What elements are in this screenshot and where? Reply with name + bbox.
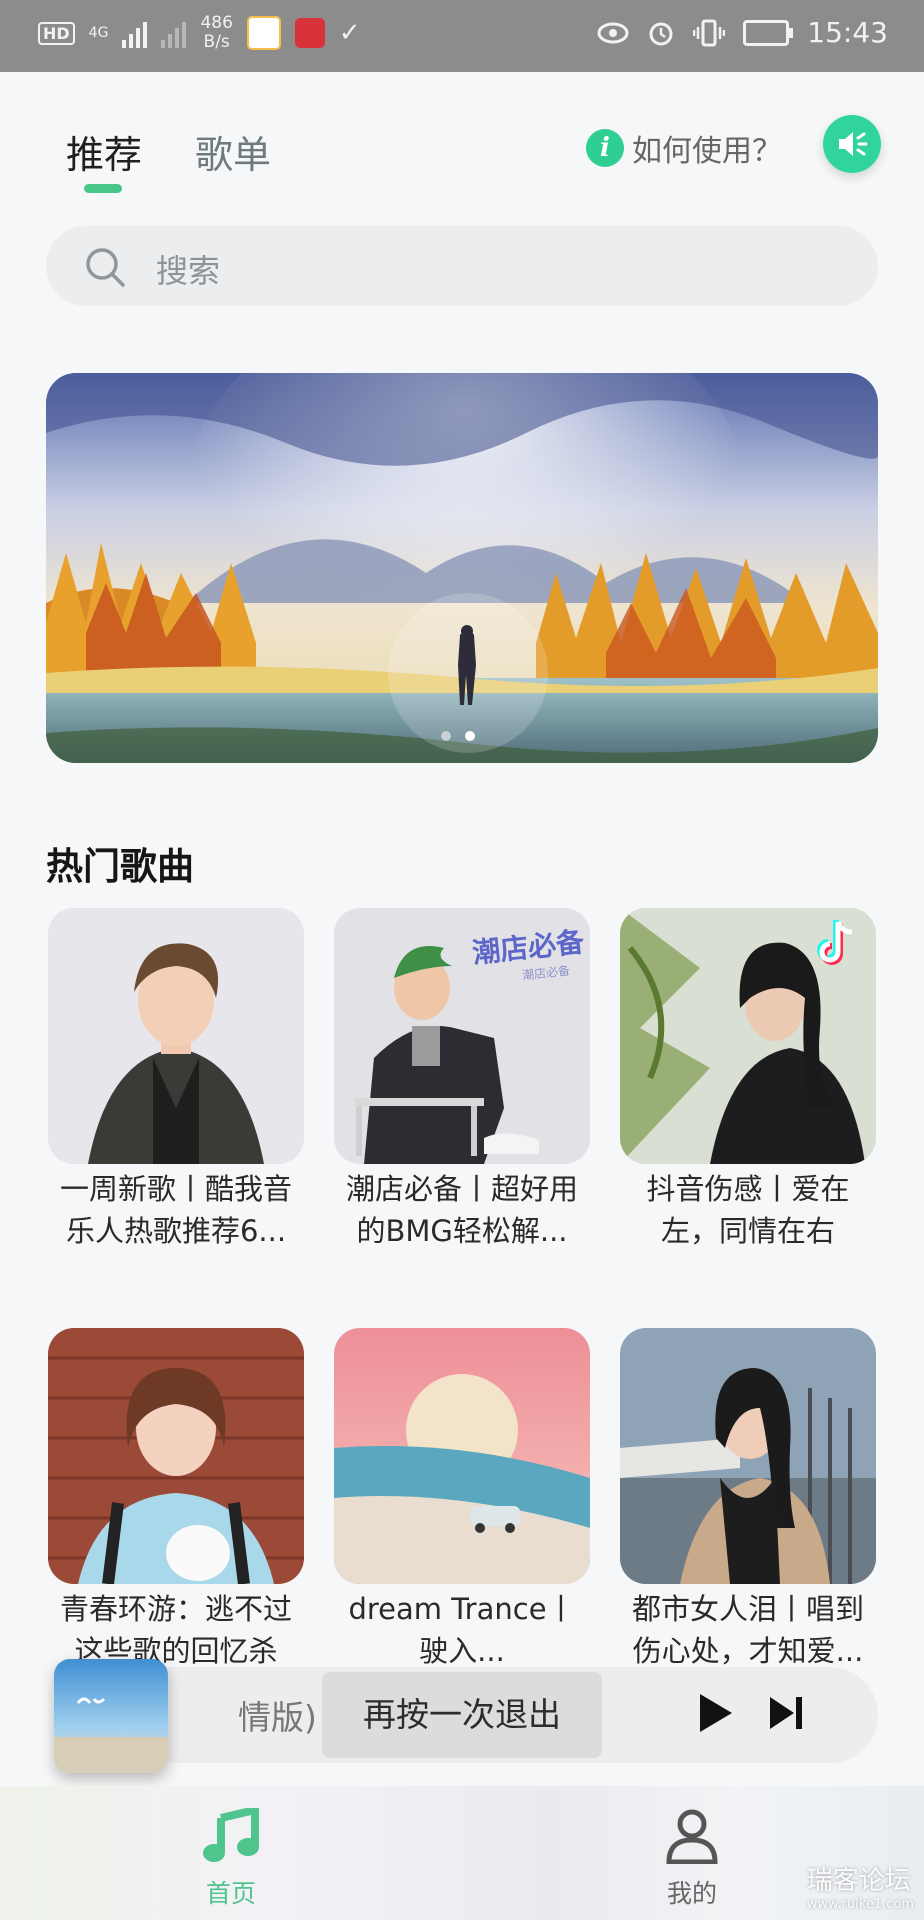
playlist-title: 都市女人泪丨唱到伤心处，才知爱... [631, 1592, 864, 1668]
search-bar[interactable]: 搜索 [46, 226, 878, 306]
tab-playlist[interactable]: 歌单 [195, 124, 271, 179]
next-track-icon[interactable] [766, 1694, 806, 1732]
network-speed-unit: B/s [203, 32, 230, 52]
playlist-title: 潮店必备丨超好用的BMG轻松解... [345, 1172, 578, 1248]
search-icon [86, 248, 125, 287]
playlist-card[interactable]: 一周新歌丨酷我音乐人热歌推荐6... [48, 908, 304, 1252]
search-placeholder: 搜索 [156, 252, 221, 290]
tab-active-indicator [84, 184, 122, 193]
hd-voice-badge: HD [38, 21, 75, 45]
exit-toast: 再按一次退出 [322, 1672, 602, 1758]
nav-home-label: 首页 [205, 1879, 256, 1908]
watermark-text: 瑞客论坛 [806, 1866, 911, 1896]
app-notification-icon-2 [294, 18, 325, 48]
nav-mine-label: 我的 [666, 1879, 717, 1908]
battery-charging-icon [743, 19, 794, 46]
status-bar: HD 4G 486 B/s ✓ 15:43 [0, 0, 924, 72]
eye-icon [597, 22, 629, 43]
section-title-hot-songs: 热门歌曲 [46, 845, 194, 888]
carousel-dot-active [465, 731, 475, 741]
playlist-cover [620, 908, 876, 1164]
playlist-cover: 潮店必备 潮店必备 [334, 908, 590, 1164]
speaker-button[interactable] [823, 115, 881, 173]
user-icon [666, 1809, 718, 1865]
watermark-url: www.ruike1.com [806, 1897, 914, 1912]
signal-icon [122, 18, 148, 48]
app-notification-icon [246, 16, 281, 50]
playlist-cover [48, 908, 304, 1164]
nav-home[interactable]: 首页 [166, 1804, 296, 1910]
check-icon: ✓ [338, 18, 361, 48]
playlist-title: dream Trance丨驶入... [348, 1592, 576, 1668]
playlist-cover [334, 1328, 590, 1584]
network-type: 4G [88, 25, 109, 41]
clock-time: 15:43 [807, 16, 888, 49]
playlist-card[interactable]: 抖音伤感丨爱在左，同情在右 [620, 908, 876, 1252]
now-playing-title: 情版) [238, 1698, 317, 1737]
info-icon: i [586, 129, 624, 167]
banner-carousel[interactable] [46, 373, 878, 763]
playlist-cover [620, 1328, 876, 1584]
now-playing-cover[interactable] [54, 1659, 168, 1773]
playlist-title: 抖音伤感丨爱在左，同情在右 [646, 1172, 850, 1248]
help-label: 如何使用？ [632, 134, 782, 169]
bottom-navigation: 首页 我的 [0, 1786, 924, 1920]
watermark: 瑞客论坛 www.ruike1.com [807, 1860, 914, 1912]
vibrate-icon [693, 19, 726, 46]
music-note-icon [203, 1804, 259, 1862]
banner-image [46, 373, 878, 763]
carousel-indicator [441, 731, 475, 741]
playlist-cover [48, 1328, 304, 1584]
tab-recommend[interactable]: 推荐 [66, 124, 142, 179]
signal-2-icon [161, 18, 187, 48]
tiktok-logo-icon [817, 920, 853, 965]
carousel-dot [441, 731, 451, 741]
alarm-icon [649, 22, 673, 45]
playlist-card[interactable]: dream Trance丨驶入... [334, 1328, 590, 1672]
playlist-title: 一周新歌丨酷我音乐人热歌推荐6... [59, 1172, 292, 1248]
nav-mine[interactable]: 我的 [627, 1808, 757, 1910]
playlist-card[interactable]: 青春环游：逃不过这些歌的回忆杀 [48, 1328, 304, 1672]
network-speed: 486 B/s [200, 14, 232, 52]
play-icon[interactable] [694, 1690, 736, 1736]
network-speed-value: 486 [200, 13, 233, 33]
help-button[interactable]: i 如何使用？ [586, 126, 782, 170]
speaker-icon [839, 132, 868, 156]
playlist-card[interactable]: 潮店必备 潮店必备 潮店必备丨超好用的BMG轻松解... [334, 908, 590, 1252]
playlist-card[interactable]: 都市女人泪丨唱到伤心处，才知爱... [620, 1328, 876, 1672]
